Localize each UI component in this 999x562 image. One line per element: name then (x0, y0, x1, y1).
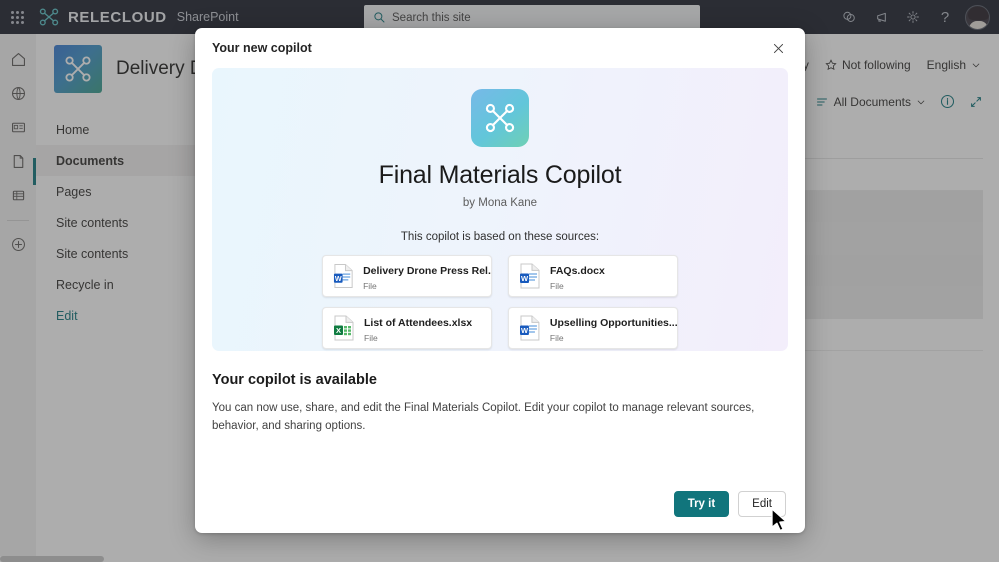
close-glyph (773, 43, 783, 53)
svg-text:W: W (335, 275, 342, 283)
source-file-type: File (363, 281, 377, 291)
source-file-name: Upselling Opportunities... (549, 317, 677, 329)
drone-glyph (485, 103, 515, 133)
dialog-body: Your copilot is available You can now us… (195, 351, 805, 491)
word-file-icon: W (519, 315, 540, 341)
svg-text:W: W (521, 274, 529, 283)
availability-title: Your copilot is available (212, 372, 377, 388)
excel-file-icon: X (334, 315, 354, 341)
close-icon[interactable] (765, 35, 791, 61)
source-card-text: List of Attendees.xlsx File (364, 313, 472, 343)
sources-label: This copilot is based on these sources: (400, 231, 600, 243)
copilot-name: Final Materials Copilot (378, 161, 622, 189)
source-card[interactable]: X List of Attendees.xlsx File (322, 307, 492, 349)
availability-description: You can now use, share, and edit the Fin… (212, 402, 755, 432)
dialog-header: Your new copilot (195, 28, 805, 68)
try-it-button[interactable]: Try it (673, 491, 730, 517)
copilot-hero-panel: Final Materials Copilot by Mona Kane Thi… (212, 68, 788, 351)
copilot-author: by Mona Kane (462, 197, 538, 209)
source-file-type: File (549, 333, 564, 343)
edit-button[interactable]: Edit (738, 491, 786, 517)
svg-text:X: X (336, 326, 341, 335)
source-file-name: FAQs.docx (550, 265, 605, 277)
app-root: nal only Not following English elected A… (0, 0, 999, 562)
dialog-title: Your new copilot (212, 41, 312, 55)
source-card-text: Delivery Drone Press Rel... File (363, 261, 491, 291)
source-card[interactable]: W FAQs.docx File (508, 255, 678, 297)
source-cards: W Delivery Drone Press Rel... File W FAQ… (322, 255, 678, 349)
source-file-type: File (550, 281, 564, 291)
source-file-type: File (364, 333, 378, 343)
source-file-name: List of Attendees.xlsx (364, 317, 473, 329)
source-card[interactable]: W Upselling Opportunities... File (508, 307, 678, 349)
word-file-icon: W (333, 264, 353, 288)
source-card-text: Upselling Opportunities... File (550, 313, 677, 343)
source-file-name: Delivery Drone Press Rel... (363, 265, 491, 277)
source-card-text: FAQs.docx File (550, 261, 605, 291)
drone-copilot-logo-icon (471, 89, 529, 147)
dialog-footer: Try it Edit (195, 491, 805, 533)
word-file-icon: W (520, 263, 540, 289)
source-card[interactable]: W Delivery Drone Press Rel... File (322, 255, 492, 297)
new-copilot-dialog: Your new copilot Final Materials Copilot (195, 28, 805, 533)
svg-text:W: W (521, 326, 529, 335)
